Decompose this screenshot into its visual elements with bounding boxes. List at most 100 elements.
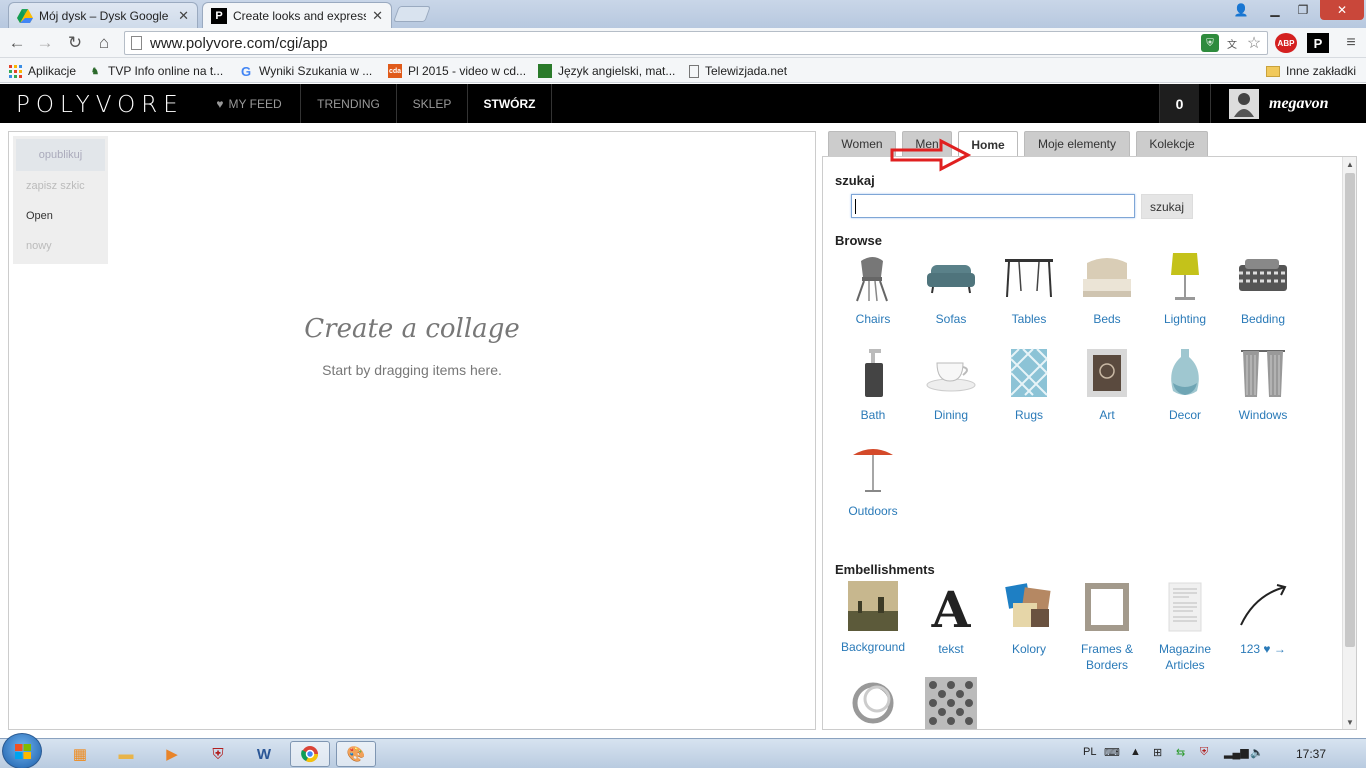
search-button[interactable]: szukaj [1141,194,1193,219]
panel-scrollbar[interactable]: ▲ ▼ [1342,157,1356,729]
translate-icon[interactable]: 文 [1223,34,1241,52]
windows-flag-icon[interactable]: ⊞ [1153,746,1162,759]
forward-arrow-icon[interactable]: → [34,32,56,54]
minimize-button[interactable]: ▁ [1262,0,1288,20]
back-arrow-icon[interactable]: ← [6,32,28,54]
close-tab-icon[interactable]: ✕ [178,8,189,24]
bookmark-telewizjada[interactable]: Telewizjada.net [689,62,787,80]
bookmark-google-results[interactable]: G Wyniki Szukania w ... [239,62,372,80]
new-tab-button[interactable] [393,6,431,22]
antivirus-shield-icon[interactable]: ⛨ [198,741,238,767]
vase-icon [1159,347,1211,399]
embellishment-magazine[interactable]: Magazine Articles [1146,581,1224,673]
show-hidden-icons-icon[interactable]: ▲ [1130,746,1141,758]
media-player-icon[interactable]: ▶ [152,741,192,767]
category-sofas[interactable]: Sofas [912,251,990,327]
nav-trending[interactable]: TRENDING [301,84,397,123]
avatar [1229,88,1259,119]
category-lighting[interactable]: Lighting [1146,251,1224,327]
user-profile-icon[interactable]: 👤 [1228,0,1254,20]
folder-icon[interactable]: ▬ [106,741,146,767]
star-bookmark-icon[interactable]: ☆ [1245,34,1263,52]
network-signal-icon[interactable]: ▂▄▆ [1224,746,1249,759]
polyvore-logo[interactable]: POLYVORE [16,92,184,118]
tab-kolekcje[interactable]: Kolekcje [1136,131,1208,156]
scroll-up-arrow-icon[interactable]: ▲ [1343,157,1356,171]
bookmark-label: Inne zakładki [1286,64,1357,78]
category-dining[interactable]: Dining [912,347,990,423]
panel-body: szukaj szukaj Browse Chairs Sofas Tables [822,156,1357,730]
shield-extension-icon[interactable]: ⛨ [1201,34,1219,52]
arrow-icon [1237,581,1289,633]
nav-stworz[interactable]: STWÓRZ [468,84,552,123]
bookmark-label: Wyniki Szukania w ... [259,64,373,78]
maximize-button[interactable]: ❐ [1290,0,1316,20]
paint-icon[interactable]: 🎨 [336,741,376,767]
username: megavon [1269,94,1329,112]
category-rugs[interactable]: Rugs [990,347,1068,423]
category-art[interactable]: Art [1068,347,1146,423]
user-menu[interactable]: megavon [1210,84,1366,123]
embellishment-item[interactable] [834,677,912,729]
keyboard-icon[interactable]: ⌨ [1104,746,1120,759]
bookmark-tvp-info[interactable]: ♞ TVP Info online na t... [88,62,223,80]
nav-my-feed[interactable]: ♥ MY FEED [198,84,301,123]
tab-women[interactable]: Women [828,131,896,156]
category-bath[interactable]: Bath [834,347,912,423]
notification-count[interactable]: 0 [1159,84,1199,123]
category-chairs[interactable]: Chairs [834,251,912,327]
category-label: Bedding [1240,312,1286,326]
embellishment-text[interactable]: A tekst [912,580,990,657]
clock[interactable]: 17:37 [1296,747,1326,761]
browser-tab-polyvore[interactable]: P Create looks and express y ✕ [202,2,392,28]
volume-icon[interactable]: 🔈 [1250,746,1264,759]
bookmark-cda[interactable]: cda Pl 2015 - video w cd... [388,62,526,80]
sofa-icon [925,251,977,303]
reload-icon[interactable]: ↻ [64,32,86,54]
embellishment-symbols[interactable]: 123 ♥ → [1224,581,1302,657]
bookmark-apps[interactable]: Aplikacje [8,62,76,80]
publish-button[interactable]: opublikuj [16,139,105,171]
embellishment-label: Kolory [1011,642,1046,656]
bookmark-english[interactable]: Język angielski, mat... [538,62,675,80]
category-windows[interactable]: Windows [1224,347,1302,423]
address-bar[interactable]: www.polyvore.com/cgi/app ⛨ 文 ☆ [124,31,1268,55]
close-window-button[interactable]: ✕ [1320,0,1364,20]
chrome-icon[interactable] [290,741,330,767]
home-icon[interactable]: ⌂ [93,32,115,54]
bookmark-label: TVP Info online na t... [108,64,224,78]
category-decor[interactable]: Decor [1146,347,1224,423]
category-bedding[interactable]: Bedding [1224,251,1302,327]
app-grid-icon[interactable]: ▦ [60,741,100,767]
embellishment-item[interactable] [912,677,990,729]
new-button[interactable]: nowy [16,231,105,261]
scroll-thumb[interactable] [1345,173,1355,647]
start-button[interactable] [2,733,42,768]
embellishment-background[interactable]: Background [834,581,912,655]
embellishments-heading: Embellishments [835,562,935,577]
open-button[interactable]: Open [16,201,105,231]
save-draft-button[interactable]: zapisz szkic [16,171,105,201]
adblock-plus-icon[interactable]: ABP [1275,33,1297,53]
tab-moje-elementy[interactable]: Moje elementy [1024,131,1130,156]
category-outdoors[interactable]: Outdoors [834,443,912,519]
nav-sklep[interactable]: SKLEP [397,84,468,123]
bookmark-other-folder[interactable]: Inne zakładki [1266,62,1356,80]
antivirus-tray-icon[interactable]: ⛨ [1200,746,1208,759]
pattern-icon [925,677,977,729]
scroll-down-arrow-icon[interactable]: ▼ [1343,715,1356,729]
language-indicator[interactable]: PL [1083,746,1096,758]
embellishment-colors[interactable]: Kolory [990,581,1068,657]
close-tab-icon[interactable]: ✕ [372,8,383,24]
collage-canvas[interactable] [8,131,816,730]
category-tables[interactable]: Tables [990,251,1068,327]
search-input[interactable] [851,194,1135,218]
word-icon[interactable]: W [244,741,284,767]
category-label: Lighting [1163,312,1207,326]
embellishment-frames[interactable]: Frames & Borders [1068,581,1146,673]
polyvore-extension-icon[interactable]: P [1307,33,1329,53]
category-beds[interactable]: Beds [1068,251,1146,327]
sync-icon[interactable]: ⇆ [1176,746,1185,759]
browser-tab-drive[interactable]: Mój dysk – Dysk Google ✕ [8,2,198,28]
menu-icon[interactable]: ≡ [1340,33,1362,53]
